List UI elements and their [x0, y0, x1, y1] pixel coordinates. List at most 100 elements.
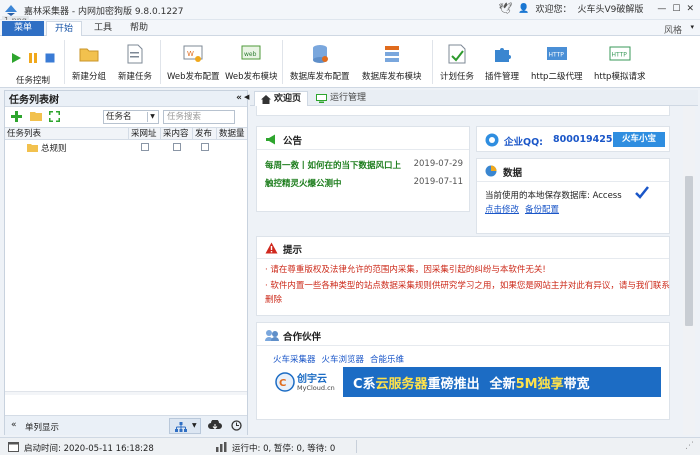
- pie-chart-icon: [485, 165, 497, 177]
- chevron-down-icon: ▼: [192, 422, 197, 429]
- col-data-count[interactable]: 数据量: [217, 128, 247, 140]
- bar-chart-icon: [216, 442, 227, 452]
- single-column-label[interactable]: 单列显示: [25, 421, 59, 433]
- tips-title: 提示: [283, 245, 303, 256]
- data-card: 数据 当前使用的本地保存数据库: Access 点击修改 备份配置: [476, 158, 670, 234]
- web-config-icon: W: [183, 45, 203, 62]
- search-field-select[interactable]: 任务名 ▼: [103, 110, 159, 124]
- partner-link-3[interactable]: 合能乐维: [370, 353, 404, 365]
- col-collect-url[interactable]: 采网址: [129, 128, 161, 140]
- partner-links: 火车采集器 火车浏览器 合能乐维: [273, 353, 404, 365]
- modify-db-link[interactable]: 点击修改: [485, 203, 519, 215]
- partner-link-2[interactable]: 火车浏览器: [322, 353, 365, 365]
- new-task-button[interactable]: 新建任务: [118, 38, 152, 86]
- banner-brand: 创宇云: [297, 374, 327, 385]
- task-control-label: 任务控制: [16, 76, 51, 86]
- col-publish[interactable]: 发布: [193, 128, 217, 140]
- web-publish-config-button[interactable]: W Web发布配置: [167, 38, 220, 86]
- stop-icon[interactable]: [44, 52, 56, 64]
- home-icon: [261, 94, 271, 104]
- top-partial-card: [256, 106, 670, 116]
- col-task-list[interactable]: 任务列表: [5, 128, 129, 140]
- tab-run-manage[interactable]: 运行管理: [310, 91, 372, 106]
- task-grid-header: 任务列表 采网址 采内容 发布 数据量: [5, 127, 247, 140]
- tip-line-1: · 请在尊重版权及法律允许的范围内采集，因采集引起的纠纷与本软件无关!: [265, 265, 546, 275]
- menu-bar: 菜单 开始 工具 帮助 风格 ▾: [0, 20, 700, 36]
- task-search-input[interactable]: 任务搜索: [163, 110, 235, 124]
- database-module-icon: [384, 46, 399, 62]
- http-simulate-button[interactable]: HTTP http模拟请求: [594, 38, 645, 86]
- resize-grip-icon[interactable]: ⋰: [685, 441, 694, 451]
- skin-dropdown-icon[interactable]: ▾: [690, 23, 694, 31]
- new-group-button[interactable]: 新建分组: [72, 38, 106, 86]
- clock-icon[interactable]: [231, 420, 242, 431]
- vertical-scrollbar[interactable]: [683, 106, 695, 435]
- backup-config-link[interactable]: 备份配置: [525, 203, 559, 215]
- qq-chat-button[interactable]: 火车小宝: [613, 132, 665, 147]
- collect-url-checkbox[interactable]: [141, 143, 149, 151]
- folder-icon: [27, 144, 38, 152]
- main-menu-button[interactable]: 菜单: [2, 21, 44, 36]
- http-request-icon: HTTP: [609, 46, 631, 61]
- add-icon[interactable]: [11, 111, 22, 122]
- main-content-panel: ◀ 欢迎页 运行管理 公告 每周一救丨如何在的当下数据风口上 2019-07-2…: [244, 90, 698, 435]
- tree-item[interactable]: 总规则: [5, 141, 247, 154]
- scrollbar-thumb[interactable]: [685, 176, 693, 326]
- plugin-manage-button[interactable]: 插件管理: [485, 38, 519, 86]
- bird-icon: 🕊: [498, 2, 513, 15]
- tips-card: 提示 · 请在尊重版权及法律允许的范围内采集，因采集引起的纠纷与本软件无关! ·…: [256, 236, 670, 316]
- view-mode-button[interactable]: ▼: [169, 418, 201, 434]
- qq-icon: [485, 133, 499, 147]
- partner-icon: [265, 330, 279, 341]
- notice-date-2: 2019-07-11: [413, 177, 463, 187]
- qq-number[interactable]: 800019425: [553, 134, 613, 145]
- publish-checkbox[interactable]: [201, 143, 209, 151]
- task-control-buttons: [10, 52, 56, 64]
- notice-card: 公告 每周一救丨如何在的当下数据风口上 2019-07-29 触控精灵火爆公测中…: [256, 126, 470, 212]
- scheduled-task-button[interactable]: 计划任务: [440, 38, 474, 86]
- http-proxy-button[interactable]: HTTP http二级代理: [531, 38, 582, 86]
- close-icon[interactable]: ✕: [686, 4, 694, 14]
- tab-help[interactable]: 帮助: [122, 21, 156, 36]
- task-tree-header: 任务列表树 «: [5, 91, 247, 107]
- horizontal-scrollbar[interactable]: [5, 391, 247, 395]
- database-config-icon: [312, 45, 328, 63]
- svg-text:C: C: [279, 378, 286, 389]
- tab-scroll-left-icon[interactable]: ◀: [244, 93, 249, 101]
- db-publish-config-button[interactable]: 数据库发布配置: [290, 38, 350, 86]
- col-collect-content[interactable]: 采内容: [161, 128, 193, 140]
- svg-text:HTTP: HTTP: [548, 52, 564, 59]
- skin-menu[interactable]: 风格: [664, 23, 682, 36]
- user-name[interactable]: 火车头V9破解版: [577, 2, 643, 15]
- tab-start[interactable]: 开始: [46, 21, 83, 36]
- document-tabs: ◀ 欢迎页 运行管理: [244, 90, 698, 106]
- title-right-area: 🕊 👤 欢迎您： 火车头V9破解版 — ☐ ✕: [498, 2, 694, 15]
- tab-tools[interactable]: 工具: [86, 21, 120, 36]
- checkmark-icon: [635, 186, 649, 199]
- web-module-icon: web: [241, 45, 261, 60]
- minimize-icon[interactable]: —: [657, 4, 666, 14]
- folder-small-icon[interactable]: [30, 111, 42, 121]
- db-publish-module-button[interactable]: 数据库发布模块: [362, 38, 422, 86]
- app-logo-icon: [4, 3, 18, 17]
- partner-title: 合作伙伴: [283, 332, 322, 343]
- pause-icon[interactable]: [27, 52, 39, 64]
- notice-item-2[interactable]: 触控精灵火爆公测中: [265, 177, 342, 189]
- maximize-icon[interactable]: ☐: [672, 4, 680, 14]
- double-chevron-left-icon[interactable]: «: [11, 420, 17, 430]
- welcome-page: 公告 每周一救丨如何在的当下数据风口上 2019-07-29 触控精灵火爆公测中…: [250, 106, 698, 435]
- start-icon[interactable]: [10, 52, 22, 64]
- tab-welcome[interactable]: 欢迎页: [254, 91, 309, 106]
- partner-card: 合作伙伴 火车采集器 火车浏览器 合能乐维 C 创宇云 MyCloud.cn C…: [256, 322, 670, 420]
- collapse-panel-icon[interactable]: «: [236, 93, 242, 103]
- expand-icon[interactable]: [49, 111, 60, 122]
- web-publish-module-button[interactable]: web Web发布模块: [225, 38, 278, 86]
- running-status: 运行中: 0, 暂停: 0, 等待: 0: [232, 444, 336, 454]
- partner-link-1[interactable]: 火车采集器: [273, 353, 316, 365]
- http-proxy-icon: HTTP: [546, 47, 567, 60]
- cloud-download-icon[interactable]: [208, 420, 222, 431]
- collect-content-checkbox[interactable]: [173, 143, 181, 151]
- status-bar: 启动时间: 2020-05-11 16:18:28 运行中: 0, 暂停: 0,…: [0, 437, 700, 455]
- ad-banner[interactable]: C 创宇云 MyCloud.cn C系 云服务器 重磅推出 全新 5M独享 带宽: [273, 367, 661, 397]
- notice-item-1[interactable]: 每周一救丨如何在的当下数据风口上: [265, 159, 401, 171]
